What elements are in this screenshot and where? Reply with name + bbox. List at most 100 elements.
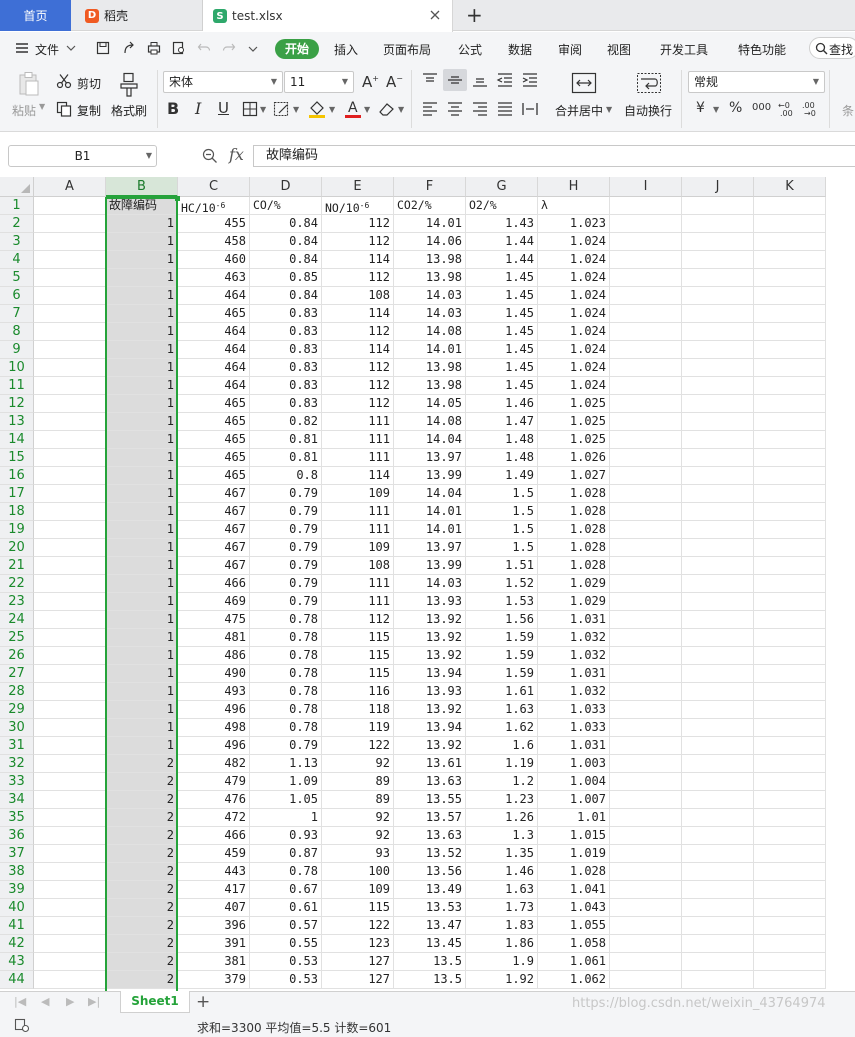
cell-d[interactable]: 0.83 [250, 359, 322, 377]
cell-k[interactable] [754, 431, 826, 449]
cell-b[interactable]: 1 [106, 719, 178, 737]
row-header[interactable]: 34 [0, 791, 34, 809]
cell-a[interactable] [34, 809, 106, 827]
cell-f[interactable]: 13.49 [394, 881, 466, 899]
formula-input[interactable]: 故障编码 [253, 145, 855, 167]
menu-view[interactable]: 视图 [607, 41, 631, 58]
cell-h[interactable]: 1.028 [538, 485, 610, 503]
cell-e[interactable]: 122 [322, 737, 394, 755]
cell-k[interactable] [754, 575, 826, 593]
cell-g[interactable]: 1.43 [466, 215, 538, 233]
cell-i[interactable] [610, 701, 682, 719]
cell-e[interactable]: 108 [322, 557, 394, 575]
cell-e[interactable]: 109 [322, 485, 394, 503]
cell-k[interactable] [754, 863, 826, 881]
cell-h[interactable]: 1.028 [538, 539, 610, 557]
cell-k[interactable] [754, 521, 826, 539]
cell-b[interactable]: 2 [106, 917, 178, 935]
cell-h[interactable]: 1.029 [538, 575, 610, 593]
cell-k[interactable] [754, 323, 826, 341]
cell-g[interactable]: 1.59 [466, 629, 538, 647]
cell-b[interactable]: 1 [106, 323, 178, 341]
cell-j[interactable] [682, 647, 754, 665]
cell-i[interactable] [610, 611, 682, 629]
cell-i[interactable] [610, 683, 682, 701]
cell-c[interactable]: 379 [178, 971, 250, 989]
cell-i[interactable] [610, 881, 682, 899]
row-header[interactable]: 5 [0, 269, 34, 287]
paste-icon[interactable] [17, 71, 41, 97]
cell-k[interactable] [754, 449, 826, 467]
cell-h[interactable]: 1.007 [538, 791, 610, 809]
cell-k[interactable] [754, 305, 826, 323]
paste-label[interactable]: 粘贴 [12, 102, 36, 119]
cell-j[interactable] [682, 359, 754, 377]
insert-function-button[interactable]: fx [229, 145, 244, 164]
cell-d[interactable]: 0.83 [250, 341, 322, 359]
row-header[interactable]: 38 [0, 863, 34, 881]
cell-e[interactable]: 115 [322, 647, 394, 665]
menu-special[interactable]: 特色功能 [738, 41, 786, 58]
cell-a[interactable] [34, 593, 106, 611]
cell-b[interactable]: 1 [106, 665, 178, 683]
cell-f[interactable]: 13.92 [394, 737, 466, 755]
cell-k[interactable] [754, 233, 826, 251]
row-header[interactable]: 23 [0, 593, 34, 611]
row-header[interactable]: 12 [0, 395, 34, 413]
cell-g[interactable]: 1.63 [466, 881, 538, 899]
cell-c[interactable]: 481 [178, 629, 250, 647]
justify-icon[interactable] [496, 101, 514, 117]
cell-a[interactable] [34, 359, 106, 377]
cell-i[interactable] [610, 719, 682, 737]
cell-a[interactable] [34, 305, 106, 323]
cell-e[interactable]: 100 [322, 863, 394, 881]
cell-j[interactable] [682, 377, 754, 395]
cell-a[interactable] [34, 467, 106, 485]
cell-i[interactable] [610, 521, 682, 539]
cell-g[interactable]: 1.45 [466, 377, 538, 395]
select-all-button[interactable] [0, 177, 34, 197]
chevron-down-icon[interactable] [248, 45, 258, 53]
cell-j[interactable] [682, 593, 754, 611]
cell-d[interactable]: 0.84 [250, 287, 322, 305]
row-header[interactable]: 39 [0, 881, 34, 899]
row-header[interactable]: 33 [0, 773, 34, 791]
cell-d[interactable]: 0.61 [250, 899, 322, 917]
cell-a[interactable] [34, 485, 106, 503]
cell-a[interactable] [34, 899, 106, 917]
cell-b[interactable]: 1 [106, 413, 178, 431]
row-header[interactable]: 21 [0, 557, 34, 575]
cell-a[interactable] [34, 953, 106, 971]
cell-b[interactable]: 2 [106, 971, 178, 989]
cell-a[interactable] [34, 215, 106, 233]
cell-f[interactable]: 14.08 [394, 323, 466, 341]
cell-b[interactable]: 1 [106, 251, 178, 269]
cell-f[interactable]: 13.94 [394, 719, 466, 737]
row-header[interactable]: 37 [0, 845, 34, 863]
cell-e[interactable]: NO/10-6 [322, 197, 394, 215]
cell-h[interactable]: 1.028 [538, 863, 610, 881]
cell-j[interactable] [682, 503, 754, 521]
cell-g[interactable]: 1.45 [466, 359, 538, 377]
cell-k[interactable] [754, 539, 826, 557]
cell-g[interactable]: 1.59 [466, 647, 538, 665]
cell-b[interactable]: 2 [106, 809, 178, 827]
cell-d[interactable]: 1.13 [250, 755, 322, 773]
cell-f[interactable]: 13.53 [394, 899, 466, 917]
cell-h[interactable]: 1.026 [538, 449, 610, 467]
row-header[interactable]: 16 [0, 467, 34, 485]
cell-g[interactable]: 1.45 [466, 305, 538, 323]
cell-d[interactable]: 0.79 [250, 737, 322, 755]
cell-e[interactable]: 116 [322, 683, 394, 701]
cell-j[interactable] [682, 719, 754, 737]
cell-b[interactable]: 1 [106, 287, 178, 305]
outdent-icon[interactable] [496, 72, 514, 88]
cell-d[interactable]: 0.79 [250, 485, 322, 503]
search-box[interactable]: 查找 [809, 37, 855, 59]
cell-g[interactable]: 1.26 [466, 809, 538, 827]
cell-f[interactable]: 14.03 [394, 575, 466, 593]
cell-c[interactable]: 475 [178, 611, 250, 629]
cell-g[interactable]: 1.5 [466, 521, 538, 539]
cell-e[interactable]: 112 [322, 395, 394, 413]
zoom-icon[interactable] [202, 148, 218, 164]
